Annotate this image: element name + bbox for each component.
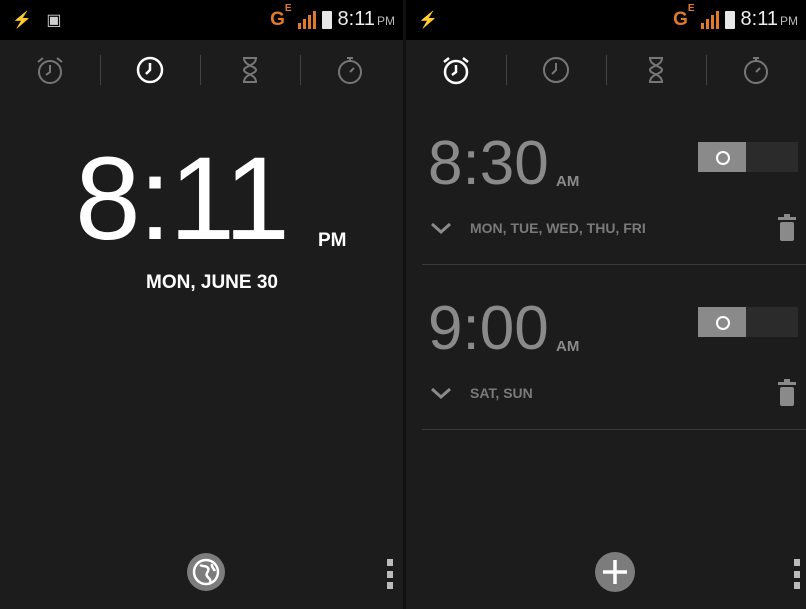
trash-icon[interactable] [776,213,798,243]
divider [422,429,806,430]
stopwatch-icon [744,57,768,84]
toggle-knob [698,142,746,172]
clock-icon [543,57,569,83]
stopwatch-icon [338,57,362,84]
network-label: G [673,8,688,30]
chevron-down-icon[interactable] [430,386,452,400]
clock-screen: ⚡ ▣ GE 8:11 PM 8:11 PM MON, JUNE 30 [0,0,403,609]
tab-clock[interactable] [100,40,200,100]
signal-icon [297,10,316,29]
divider [422,264,806,265]
chevron-down-icon[interactable] [430,221,452,235]
tab-bar [406,40,806,100]
usb-icon: ⚡ [418,12,438,29]
alarm-days-row[interactable]: MON, TUE, WED, THU, FRI [430,213,798,243]
plus-icon [595,552,635,592]
status-bar: ⚡ GE 8:11 PM [406,0,806,40]
trash-icon[interactable] [776,378,798,408]
status-right: GE 8:11 PM [673,3,798,31]
status-time-value: 8:11 [337,8,375,30]
tab-alarm[interactable] [0,40,100,100]
globe-icon [187,553,225,591]
network-label: G [270,8,285,30]
battery-icon [724,10,735,29]
alarm-days: SAT, SUN [470,385,533,401]
world-clock-button[interactable] [186,552,226,597]
tab-timer[interactable] [200,40,300,100]
tab-alarm[interactable] [406,40,506,100]
status-time: 8:11 PM [741,8,798,31]
alarm-days-row[interactable]: SAT, SUN [430,378,798,408]
signal-icon [700,10,719,29]
clock-ampm: PM [318,230,347,251]
network-sup: E [284,3,292,15]
alarm-time[interactable]: 9:00 [428,293,549,364]
alarm-time[interactable]: 8:30 [428,128,549,199]
alarm-item[interactable]: 9:00 AM SAT, SUN [422,293,806,458]
alarm-toggle[interactable] [698,142,798,172]
status-bar: ⚡ ▣ GE 8:11 PM [0,0,403,40]
tab-stopwatch[interactable] [706,40,806,100]
clock-date: MON, JUNE 30 [146,272,278,293]
overflow-menu-button[interactable] [794,559,800,589]
battery-icon [321,10,332,29]
image-icon: ▣ [46,12,62,29]
alarm-item[interactable]: 8:30 AM MON, TUE, WED, THU, FRI [422,128,806,293]
screen: ⚡ ▣ GE 8:11 PM 8:11 PM MON, JUNE 30 ⚡ GE… [0,0,806,609]
status-time-value: 8:11 [740,8,778,30]
status-time: 8:11 PM [338,8,395,31]
usb-icon: ⚡ [12,12,32,29]
status-left-icons: ⚡ [418,10,438,30]
alarm-icon [443,57,469,85]
alarm-days: MON, TUE, WED, THU, FRI [470,220,646,236]
hourglass-icon [242,57,258,83]
digital-clock: 8:11 [75,133,290,265]
hourglass-icon [648,57,664,83]
network-type: GE [673,3,694,31]
add-alarm-button[interactable] [594,551,636,598]
tab-clock[interactable] [506,40,606,100]
tab-timer[interactable] [606,40,706,100]
status-right: GE 8:11 PM [270,3,395,31]
alarm-icon [37,57,63,84]
overflow-menu-button[interactable] [387,559,393,589]
network-sup: E [687,3,695,15]
alarm-toggle[interactable] [698,307,798,337]
alarm-ampm: AM [556,173,580,190]
status-left-icons: ⚡ ▣ [12,10,62,30]
status-ampm: PM [780,14,798,28]
clock-icon [136,56,164,84]
tab-bar [0,40,403,100]
alarm-ampm: AM [556,338,580,355]
alarm-screen: ⚡ GE 8:11 PM 8:30 AM MON, TUE, WED, THU,… [406,0,806,609]
tab-stopwatch[interactable] [300,40,400,100]
status-ampm: PM [377,14,395,28]
network-type: GE [270,3,291,31]
toggle-knob [698,307,746,337]
